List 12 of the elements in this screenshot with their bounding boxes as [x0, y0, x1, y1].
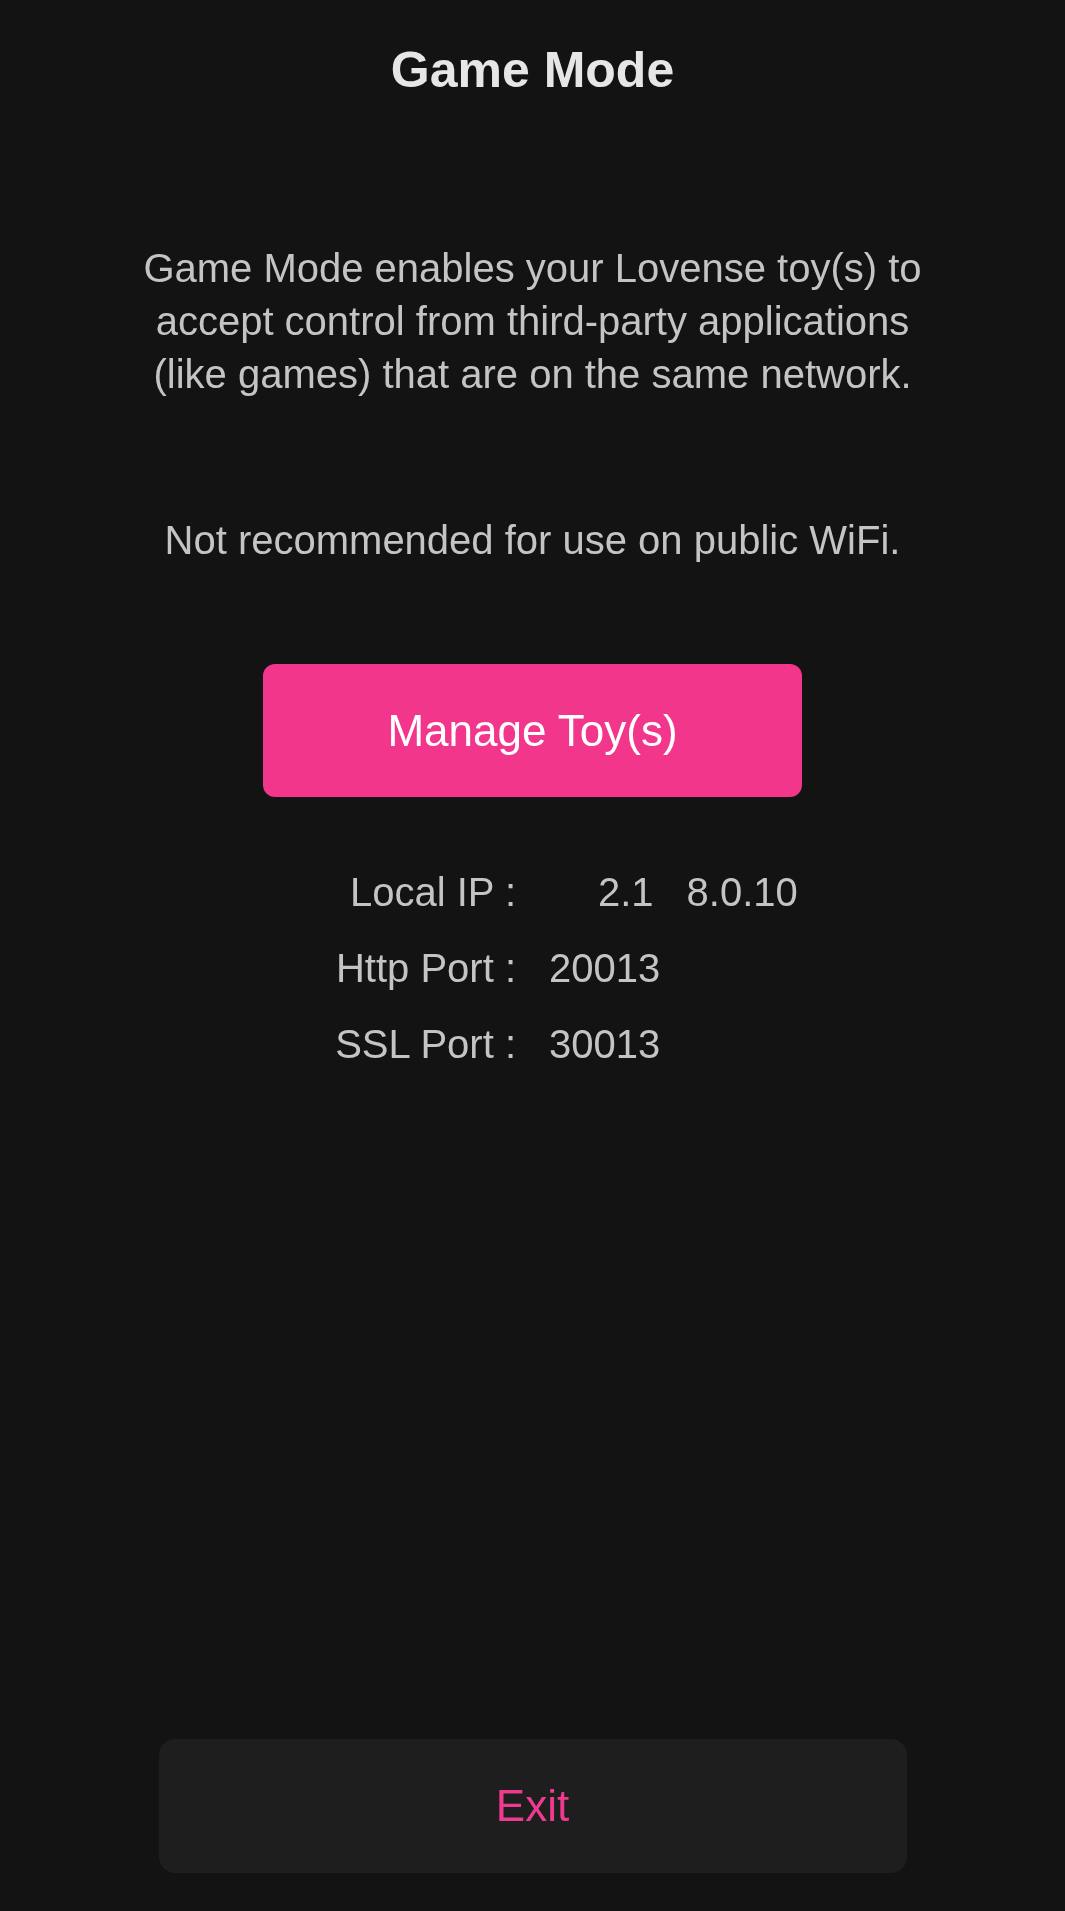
exit-button[interactable]: Exit: [158, 1739, 907, 1873]
info-label: Local IP :: [349, 869, 516, 916]
info-label: Http Port :: [335, 945, 516, 992]
info-value: 8.0.10: [686, 869, 798, 916]
info-value: 2.1: [598, 869, 654, 916]
warning-text: Not recommended for use on public WiFi.: [164, 517, 901, 564]
info-value: 20013: [549, 945, 661, 992]
info-value: 30013: [549, 1021, 661, 1068]
page-title: Game Mode: [390, 41, 675, 100]
info-label: SSL Port :: [335, 1021, 516, 1068]
description-text: Game Mode enables your Lovense toy(s) to accept control from third-party applications (like games) that are on the same network.: [142, 245, 923, 398]
manage-toys-button[interactable]: Manage Toy(s): [263, 664, 802, 797]
